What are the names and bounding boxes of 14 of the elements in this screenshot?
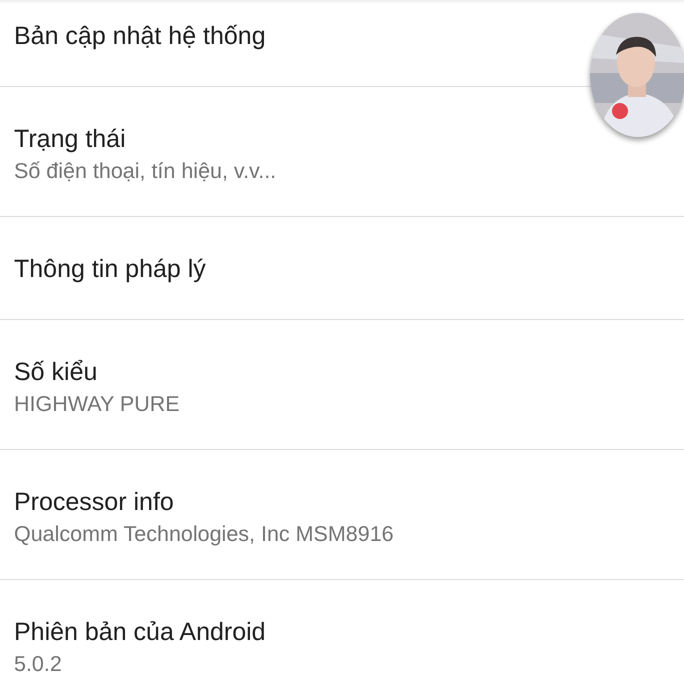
item-title: Thông tin pháp lý [14,254,207,284]
settings-item[interactable]: Số kiểu HIGHWAY PURE [0,320,684,450]
item-title: Processor info [14,487,175,517]
item-title: Trạng thái [14,124,127,154]
item-title: Số kiểu [14,357,98,387]
settings-item[interactable]: Thông tin pháp lý [0,217,684,320]
item-title: Phiên bản của Android [14,617,267,647]
item-summary: Qualcomm Technologies, Inc MSM8916 [14,521,395,547]
settings-item[interactable]: Processor info Qualcomm Technologies, Inc MSM8916 [0,450,684,580]
item-summary: Số điện thoại, tín hiệu, v.v... [14,158,278,184]
item-summary: 5.0.2 [14,651,63,677]
item-title: Bản cập nhật hệ thống [14,21,267,51]
item-summary: HIGHWAY PURE [14,391,181,417]
settings-item[interactable]: Phiên bản của Android 5.0.2 [0,580,684,684]
